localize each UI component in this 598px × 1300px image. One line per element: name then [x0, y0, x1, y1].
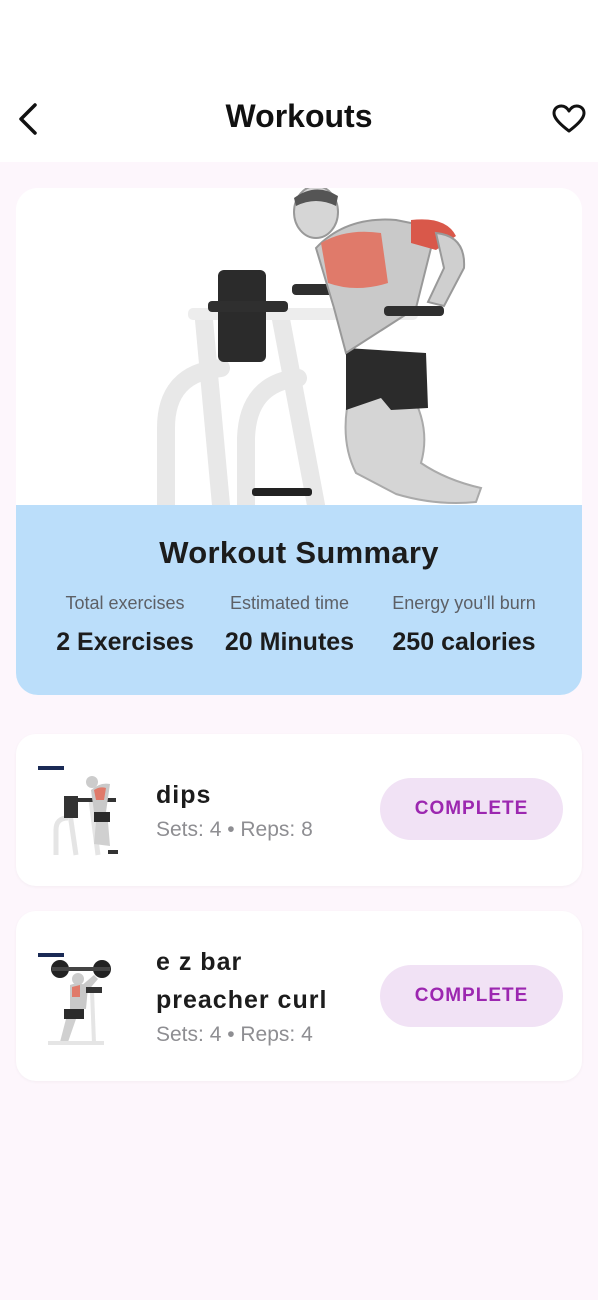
preacher-curl-thumbnail-illustration — [38, 953, 111, 1045]
workout-summary-card: Workout Summary Total exercises 2 Exerci… — [16, 188, 582, 695]
exercise-name-line: preacher curl — [156, 986, 328, 1014]
stat-total-exercises: Total exercises 2 Exercises — [40, 593, 210, 657]
dips-thumbnail-illustration — [38, 766, 118, 856]
exercise-thumbnail — [36, 760, 136, 860]
stat-value: 2 Exercises — [56, 628, 194, 656]
complete-button[interactable]: COMPLETE — [380, 965, 563, 1027]
stat-value: 20 Minutes — [224, 628, 355, 656]
dips-illustration — [157, 188, 483, 514]
exercise-sets-reps: Sets: 4 • Reps: 8 — [156, 818, 313, 841]
stat-estimated-time: Estimated time 20 Minutes — [212, 593, 367, 657]
heart-outline-icon — [552, 104, 586, 133]
exercise-name: dips — [156, 781, 212, 809]
stat-label: Energy you'll burn — [392, 593, 536, 613]
exercise-name-line: e z bar — [156, 948, 243, 976]
exercise-card[interactable]: e z bar preacher curl Sets: 4 • Reps: 4 … — [16, 911, 582, 1081]
exercise-sets-reps: Sets: 4 • Reps: 4 — [156, 1023, 313, 1046]
workout-summary: Workout Summary Total exercises 2 Exerci… — [16, 505, 582, 695]
complete-button[interactable]: COMPLETE — [380, 778, 563, 840]
hero-exercise-illustration — [16, 188, 582, 514]
page-title: Workouts — [225, 98, 373, 134]
exercise-card[interactable]: dips Sets: 4 • Reps: 8 COMPLETE — [16, 734, 582, 886]
stat-label: Total exercises — [65, 593, 185, 613]
stat-label: Estimated time — [229, 593, 350, 613]
app-header: Workouts — [0, 0, 598, 162]
favorite-button[interactable] — [548, 100, 590, 138]
summary-title: Workout Summary — [159, 535, 439, 570]
stat-energy-burn: Energy you'll burn 250 calories — [376, 593, 552, 657]
exercise-thumbnail — [36, 947, 136, 1047]
stat-value: 250 calories — [392, 628, 536, 656]
exercise-name: e z bar preacher curl — [156, 943, 327, 1019]
